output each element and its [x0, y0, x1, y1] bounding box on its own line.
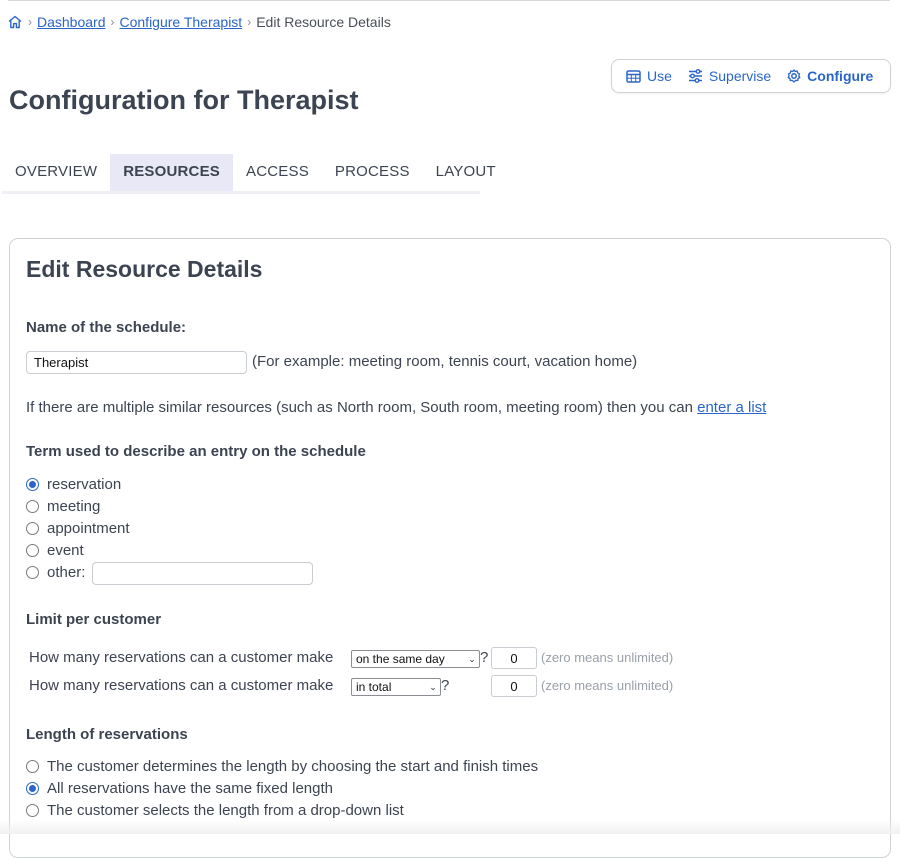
length-option-label: All reservations have the same fixed len…	[47, 780, 333, 797]
card-title: Edit Resource Details	[26, 256, 263, 282]
term-option-meeting[interactable]: meeting	[26, 498, 100, 515]
multiple-resources-sentence: If there are multiple similar resources …	[26, 399, 693, 416]
radio-button[interactable]	[26, 500, 39, 513]
zero-unlimited-hint: (zero means unlimited)	[541, 678, 674, 693]
tab-resources[interactable]: RESOURCES	[110, 154, 234, 191]
breadcrumb-configure-link[interactable]: Configure Therapist	[120, 14, 243, 30]
breadcrumb-dashboard-link[interactable]: Dashboard	[37, 14, 106, 30]
question-mark: ?	[480, 649, 489, 666]
term-option-label: event	[47, 542, 84, 559]
limit-total-number-input[interactable]	[491, 675, 537, 697]
radio-button[interactable]	[26, 804, 39, 817]
chevron-down-icon: ⌄	[429, 682, 437, 692]
zero-unlimited-hint: (zero means unlimited)	[541, 650, 674, 665]
limit-total-select[interactable]: in total ⌄	[351, 678, 441, 696]
length-label: Length of reservations	[26, 726, 188, 743]
radio-button[interactable]	[26, 544, 39, 557]
breadcrumb-current: Edit Resource Details	[256, 14, 391, 30]
configure-mode-button[interactable]: Configure	[787, 68, 873, 84]
top-divider	[8, 0, 890, 1]
tab-layout[interactable]: LAYOUT	[423, 154, 509, 191]
radio-button[interactable]	[26, 478, 39, 491]
breadcrumb-separator: ›	[247, 15, 252, 29]
gear-icon	[787, 69, 801, 83]
length-option-label: The customer determines the length by ch…	[47, 758, 539, 775]
calendar-icon	[626, 70, 641, 83]
limit-row-text: How many reservations can a customer mak…	[29, 649, 334, 666]
term-label: Term used to describe an entry on the sc…	[26, 443, 366, 460]
term-option-label: appointment	[47, 520, 130, 537]
length-option-label: The customer selects the length from a d…	[47, 802, 404, 819]
use-mode-label: Use	[647, 68, 672, 84]
radio-button[interactable]	[26, 782, 39, 795]
breadcrumb-separator: ›	[110, 15, 115, 29]
term-option-label: meeting	[47, 498, 101, 515]
chevron-down-icon: ⌄	[468, 654, 476, 664]
length-option-start-finish[interactable]: The customer determines the length by ch…	[26, 758, 538, 775]
select-value: in total	[356, 680, 392, 694]
radio-button[interactable]	[26, 760, 39, 773]
limit-label: Limit per customer	[26, 611, 162, 628]
tab-access[interactable]: ACCESS	[233, 154, 322, 191]
configure-mode-label: Configure	[807, 68, 874, 84]
breadcrumb-separator: ›	[28, 15, 32, 29]
bottom-fade	[0, 820, 900, 834]
multiple-resources-text: If there are multiple similar resources …	[26, 399, 766, 416]
house-icon[interactable]	[7, 14, 23, 30]
schedule-name-example: (For example: meeting room, tennis court…	[252, 353, 638, 370]
radio-button[interactable]	[26, 566, 39, 579]
breadcrumb: › Dashboard › Configure Therapist › Edit…	[7, 14, 391, 30]
mode-switcher: Use Supervise Configure	[611, 59, 891, 93]
enter-list-link[interactable]: enter a list	[697, 399, 766, 416]
limit-period-select[interactable]: on the same day ⌄	[351, 650, 480, 668]
schedule-name-input[interactable]	[26, 351, 247, 374]
supervise-mode-label: Supervise	[708, 68, 772, 84]
resource-details-card: Edit Resource Details Name of the schedu…	[9, 238, 891, 858]
term-option-other[interactable]: other:	[26, 564, 85, 581]
limit-day-number-input[interactable]	[491, 647, 537, 669]
sliders-icon	[688, 69, 702, 83]
radio-button[interactable]	[26, 522, 39, 535]
limit-row-text: How many reservations can a customer mak…	[29, 677, 334, 694]
tab-overview[interactable]: OVERVIEW	[2, 154, 110, 191]
supervise-mode-button[interactable]: Supervise	[688, 68, 771, 84]
term-option-label: other:	[47, 564, 86, 581]
term-option-reservation[interactable]: reservation	[26, 476, 121, 493]
page-title: Configuration for Therapist	[9, 85, 359, 115]
question-mark: ?	[441, 677, 450, 694]
use-mode-button[interactable]: Use	[626, 68, 672, 84]
other-term-input[interactable]	[92, 562, 313, 585]
tab-bar: OVERVIEW RESOURCES ACCESS PROCESS LAYOUT	[2, 154, 496, 194]
length-option-dropdown[interactable]: The customer selects the length from a d…	[26, 802, 404, 819]
term-option-label: reservation	[47, 476, 122, 493]
schedule-name-label: Name of the schedule:	[26, 319, 187, 336]
term-option-appointment[interactable]: appointment	[26, 520, 130, 537]
tab-process[interactable]: PROCESS	[322, 154, 423, 191]
length-option-fixed[interactable]: All reservations have the same fixed len…	[26, 780, 333, 797]
term-option-event[interactable]: event	[26, 542, 84, 559]
select-value: on the same day	[356, 652, 445, 666]
